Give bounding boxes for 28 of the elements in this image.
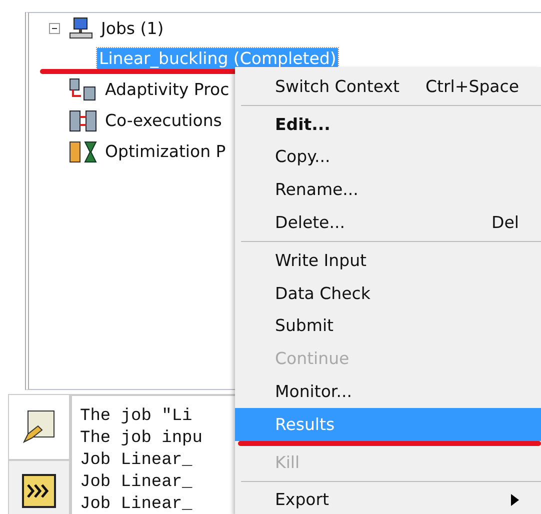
- command-tab[interactable]: [8, 460, 70, 514]
- menu-item[interactable]: Monitor...: [235, 375, 541, 408]
- menu-item[interactable]: Data Check: [235, 276, 541, 310]
- tree-item[interactable]: Adaptivity Proc: [103, 79, 232, 100]
- menu-item[interactable]: Submit: [235, 310, 541, 342]
- grid-arrows-icon: [69, 110, 97, 132]
- pencil-icon: [22, 408, 56, 446]
- computer-icon: [69, 17, 93, 39]
- tree-item[interactable]: Co-executions: [103, 110, 224, 131]
- collapse-icon[interactable]: [49, 22, 60, 34]
- pencil-tab[interactable]: [8, 394, 70, 460]
- grid-hourglass-icon: [69, 140, 97, 162]
- menu-item[interactable]: Rename...: [235, 173, 541, 206]
- message-line: Job Linear_: [80, 472, 192, 494]
- message-line: The job "Li: [80, 406, 192, 428]
- menu-item[interactable]: Delete... Del: [235, 206, 541, 239]
- menu-item[interactable]: Write Input: [235, 244, 541, 277]
- tree-item[interactable]: Optimization P: [103, 141, 228, 162]
- grid-arrow-icon: [69, 78, 97, 102]
- message-line: Job Linear_: [80, 450, 192, 472]
- chevrons-icon: [22, 474, 56, 508]
- menu-item[interactable]: Copy...: [235, 140, 541, 174]
- message-line: The job inpu: [80, 428, 202, 450]
- menu-item[interactable]: Export: [235, 484, 541, 514]
- message-line: Job Linear_: [80, 494, 192, 514]
- menu-item[interactable]: Edit...: [235, 108, 541, 141]
- menu-item[interactable]: Switch Context Ctrl+Space: [235, 70, 541, 103]
- tree-item[interactable]: Jobs (1): [99, 18, 166, 38]
